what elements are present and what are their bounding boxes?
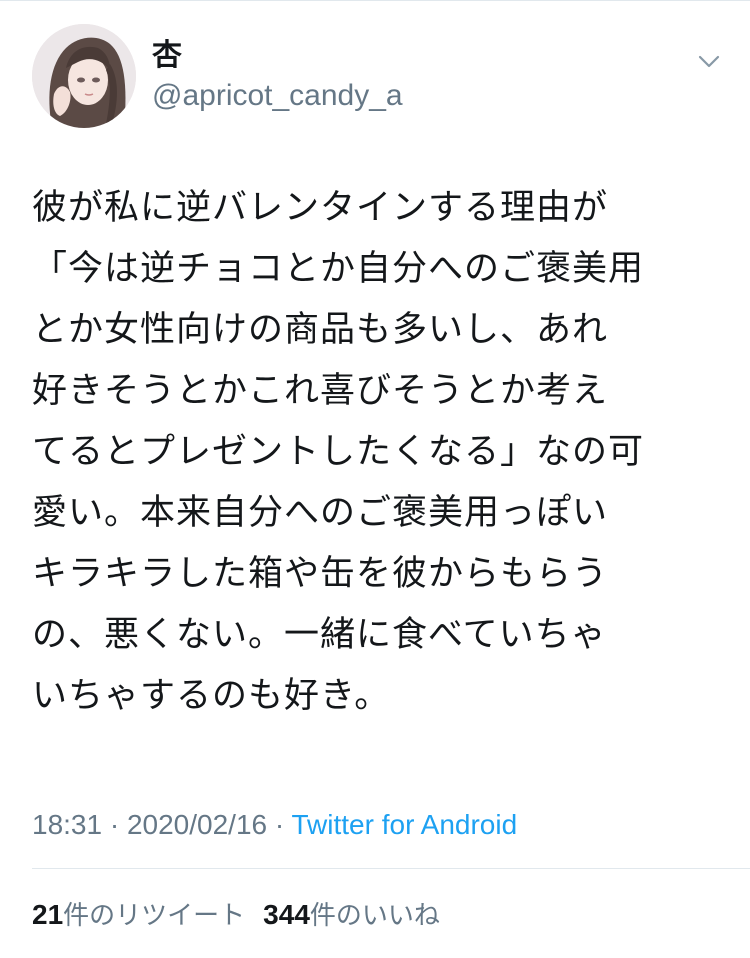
top-divider bbox=[0, 0, 750, 1]
retweets-stat[interactable]: 21件のリツイート bbox=[32, 899, 246, 931]
display-name[interactable]: 杏 bbox=[152, 38, 182, 74]
likes-stat[interactable]: 344件のいいね bbox=[263, 899, 440, 931]
tweet-line: 好きそうとかこれ喜びそうとか考え bbox=[32, 371, 609, 411]
meta-separator: · bbox=[267, 809, 292, 840]
tweet-line: 愛い。本来自分へのご褒美用っぽい bbox=[32, 493, 609, 533]
avatar[interactable] bbox=[32, 24, 136, 128]
tweet-line: 彼が私に逆バレンタインする理由が bbox=[32, 188, 609, 228]
avatar-illustration bbox=[32, 24, 136, 128]
chevron-down-icon[interactable] bbox=[694, 46, 724, 76]
tweet-line: てるとプレゼントしたくなる」なの可 bbox=[32, 432, 645, 472]
tweet-text: 彼が私に逆バレンタインする理由が 「今は逆チョコとか自分へのご褒美用 とか女性向… bbox=[32, 178, 722, 727]
retweets-label: 件のリツイート bbox=[63, 901, 246, 931]
tweet-line: 「今は逆チョコとか自分へのご褒美用 bbox=[32, 249, 645, 289]
tweet-stats: 21件のリツイート 344件のいいね bbox=[32, 898, 440, 933]
tweet-line: キラキラした箱や缶を彼からもらう bbox=[32, 554, 609, 594]
likes-label: 件のいいね bbox=[309, 901, 440, 931]
tweet-line: の、悪くない。一緒に食べていちゃ bbox=[32, 615, 607, 655]
tweet-line: とか女性向けの商品も多いし、あれ bbox=[32, 310, 609, 350]
tweet-source-link[interactable]: Twitter for Android bbox=[292, 809, 518, 840]
tweet-time[interactable]: 18:31 bbox=[32, 809, 102, 840]
user-handle[interactable]: @apricot_candy_a bbox=[152, 78, 403, 114]
tweet-meta: 18:31 · 2020/02/16 · Twitter for Android bbox=[32, 808, 517, 842]
likes-count: 344 bbox=[263, 899, 310, 930]
meta-divider bbox=[32, 868, 750, 869]
tweet-line: いちゃするのも好き。 bbox=[32, 676, 391, 716]
retweets-count: 21 bbox=[32, 899, 64, 930]
meta-separator: · bbox=[102, 809, 127, 840]
tweet-date[interactable]: 2020/02/16 bbox=[127, 809, 267, 840]
